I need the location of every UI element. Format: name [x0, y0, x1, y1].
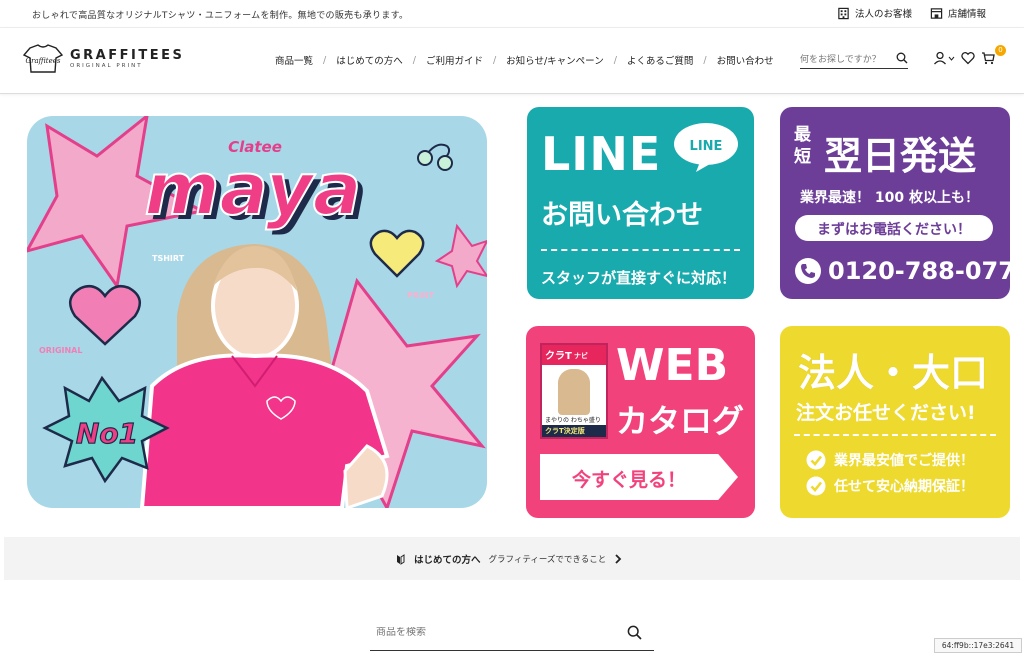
hero-banner[interactable]: Clatee maya maya TSHIRT PRINT ORIGINAL N…: [27, 116, 487, 508]
heart-decoration: [369, 229, 425, 278]
nav-separator: /: [323, 54, 327, 66]
main-nav: 商品一覧 / はじめての方へ / ご利用ガイド / お知らせ/キャンペーン / よくある…: [275, 53, 774, 68]
catalog-book-tag: クラT決定版: [545, 427, 585, 435]
phone-icon: [795, 258, 821, 284]
cart-count-badge: 0: [995, 45, 1006, 56]
line-bubble-icon: LINE: [674, 123, 738, 172]
logo-text: GRAFFITEES ORIGINAL PRINT: [70, 48, 185, 70]
header-search-input[interactable]: [800, 49, 892, 65]
star-burst-decoration: [434, 223, 487, 289]
store-info-link[interactable]: 店舗情報: [930, 6, 986, 20]
web-cta-button[interactable]: 今すぐ見る！: [540, 454, 738, 500]
corporate-order-banner[interactable]: 法人・大口 注文お任せください! 業界最安値でご提供！ 任せて安心納期保証！: [780, 326, 1010, 518]
corp-check-1-text: 業界最安値でご提供！: [834, 453, 974, 469]
hero-illustration: Clatee maya maya TSHIRT PRINT ORIGINAL N…: [27, 116, 487, 508]
corporate-link[interactable]: 法人のお客様: [837, 6, 912, 20]
nav-separator: /: [492, 54, 497, 66]
site-tagline: おしゃれで高品質なオリジナルTシャツ・ユニフォームを制作。無地での販売も承ります…: [32, 11, 409, 21]
corporate-label: 法人のお客様: [854, 9, 912, 20]
catalog-book-image: クラT ナビ まやりの わちゃ盛り クラT決定版: [540, 343, 608, 439]
first-time-info-bar[interactable]: はじめての方へ グラフィティーズでできること: [4, 537, 1020, 580]
info-bar-title: はじめての方へ: [414, 555, 481, 566]
product-search: [370, 617, 654, 651]
next-day-line1: 業界最速！ 100 枚以上も！: [800, 190, 979, 206]
line-subtitle: お問い合わせ: [541, 200, 703, 231]
top-bar: おしゃれで高品質なオリジナルTシャツ・ユニフォームを制作。無地での販売も承ります…: [0, 0, 1024, 28]
ip-address-label: 64:ff9b::17e3:2641: [934, 638, 1022, 653]
building-icon: [838, 7, 849, 19]
catalog-book-text: まやりの わちゃ盛り: [545, 417, 601, 424]
nav-contact[interactable]: お問い合わせ: [717, 53, 774, 67]
check-circle-icon: [806, 450, 826, 470]
nav-separator: /: [412, 54, 416, 66]
store-label: 店舗情報: [947, 9, 986, 20]
heart-decoration: [68, 285, 142, 346]
catalog-book-title: クラT: [545, 351, 572, 362]
next-day-pill: まずはお電話ください！: [795, 215, 993, 241]
hero-tag-print: PRINT: [407, 291, 435, 300]
no1-badge-text: No1: [76, 417, 138, 450]
catalog-book-footer: クラT決定版: [542, 425, 606, 437]
hero-tag-original: ORIGINAL: [39, 346, 82, 355]
nav-faq[interactable]: よくあるご質問: [627, 53, 694, 67]
line-note: スタッフが直接すぐに対応！: [541, 269, 737, 287]
corp-divider: [794, 434, 996, 436]
leaf-icon: [397, 553, 405, 565]
hero-name: maya: [145, 147, 362, 231]
corp-title: 法人・大口: [798, 351, 989, 395]
web-title: WEB: [616, 340, 729, 391]
top-links: 法人のお客様 店舗情報: [837, 6, 986, 20]
search-icon[interactable]: [627, 625, 642, 640]
nav-separator: /: [703, 54, 707, 66]
logo-script: Graffitees: [26, 57, 61, 65]
model-figure: [139, 244, 390, 508]
line-bubble-text: LINE: [690, 139, 723, 154]
nav-guide[interactable]: ご利用ガイド: [426, 53, 483, 67]
web-cta-label: 今すぐ見る！: [571, 469, 686, 491]
info-bar-desc: グラフィティーズでできること: [488, 555, 607, 565]
hero-tag-tshirt: TSHIRT: [152, 254, 185, 263]
brand-sub: ORIGINAL PRINT: [70, 63, 143, 69]
cart-icon[interactable]: [981, 51, 995, 65]
nav-first-time[interactable]: はじめての方へ: [336, 53, 403, 67]
nav-news[interactable]: お知らせ/キャンペーン: [506, 53, 604, 67]
tshirt-logo-icon: Graffitees: [22, 44, 64, 73]
next-day-title: 翌日発送: [824, 134, 977, 178]
heart-icon[interactable]: [961, 51, 975, 65]
next-day-shipping-banner[interactable]: 最 短 翌日発送 業界最速！ 100 枚以上も！ まずはお電話ください！ 012…: [780, 107, 1010, 299]
header-search: [800, 47, 908, 69]
line-divider: [541, 249, 740, 251]
next-day-small2: 短: [794, 147, 811, 167]
info-bar-content: はじめての方へ グラフィティーズでできること: [395, 552, 622, 566]
search-icon[interactable]: [896, 52, 908, 64]
chevron-right-icon: [615, 554, 622, 564]
store-icon: [930, 7, 943, 19]
product-search-input[interactable]: [376, 627, 616, 638]
nav-products[interactable]: 商品一覧: [275, 53, 313, 67]
line-title: LINE: [541, 127, 662, 181]
nav-separator: /: [613, 54, 617, 66]
next-day-phone[interactable]: 0120-788-077: [828, 257, 1010, 285]
check-circle-icon: [806, 476, 826, 496]
catalog-book-sub: ナビ: [574, 352, 588, 360]
web-catalog-banner[interactable]: クラT ナビ まやりの わちゃ盛り クラT決定版 WEB カタログ 今すぐ見る！: [526, 326, 755, 518]
user-icon[interactable]: [933, 51, 947, 65]
main-header: Graffitees GRAFFITEES ORIGINAL PRINT 商品一…: [0, 28, 1024, 94]
web-subtitle: カタログ: [616, 402, 745, 440]
next-day-small1: 最: [794, 125, 811, 145]
brand-name: GRAFFITEES: [70, 48, 185, 63]
next-day-pill-text: まずはお電話ください！: [817, 222, 971, 238]
line-contact-banner[interactable]: LINE LINE お問い合わせ スタッフが直接すぐに対応！: [527, 107, 754, 299]
site-logo[interactable]: Graffitees GRAFFITEES ORIGINAL PRINT: [22, 43, 184, 75]
corp-subtitle: 注文お任せください!: [796, 402, 976, 424]
cherry-icon: [417, 143, 453, 171]
corp-check-1: 業界最安値でご提供！: [806, 450, 974, 470]
header-icons: 0: [933, 45, 1006, 65]
chevron-down-icon[interactable]: [948, 55, 955, 62]
corp-check-2-text: 任せて安心納期保証！: [834, 479, 974, 495]
catalog-book-photo: [558, 369, 590, 415]
corp-check-2: 任せて安心納期保証！: [806, 476, 974, 496]
